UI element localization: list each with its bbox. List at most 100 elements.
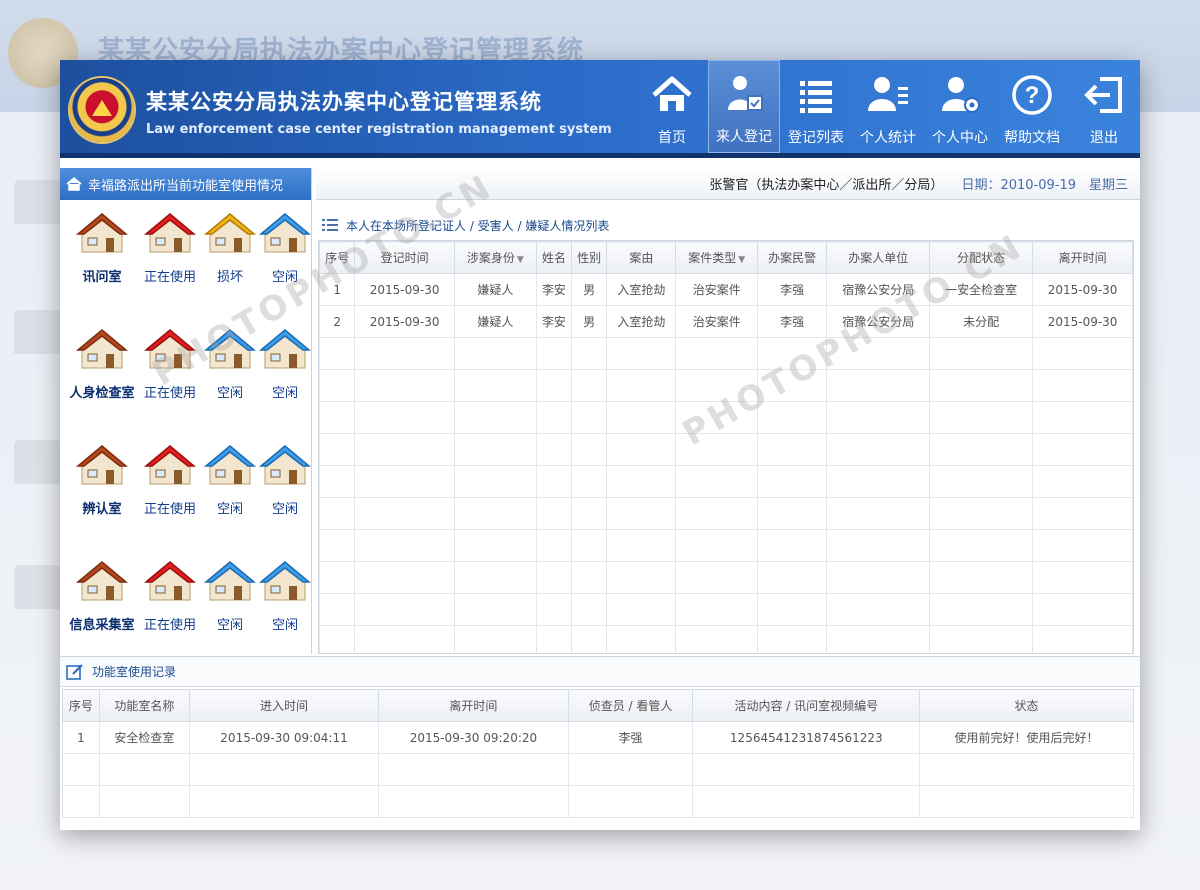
table-cell [319,497,356,530]
table-row [319,433,1133,466]
table-cell: 男 [570,273,608,306]
table-row[interactable]: 1 安全检查室 2015-09-30 09:04:11 2015-09-30 09:2… [62,721,1134,754]
current-user: 张警官（执法办案中心／派出所／分局） [709,178,944,193]
table-cell: 李安 [535,305,573,338]
column-header: 办案民警 [757,241,828,274]
table-cell [535,561,573,594]
nav-help[interactable]: ? 帮助文档 [996,60,1068,153]
table-cell [535,593,573,626]
nav-list-label: 登记列表 [788,130,844,146]
table-row[interactable]: 2 2015-09-30 嫌疑人 李安男入室抢劫 治安案件 李强 宿豫公安分局 未分配 2015… [319,305,1133,338]
table-cell [675,593,759,626]
table-cell [454,497,537,530]
table-cell [570,433,608,466]
table-cell [826,465,931,498]
table-cell [535,337,573,370]
person-stats-icon [868,77,908,111]
table-cell [319,369,356,402]
table-cell [535,369,573,402]
sort-arrow-icon[interactable]: ▼ [517,255,524,265]
house-icon [259,213,311,253]
nav-list[interactable]: 登记列表 [780,60,852,153]
column-header: 活动内容 / 讯问室视频编号 [692,689,921,722]
table-cell [354,401,456,434]
sort-arrow-icon[interactable]: ▼ [738,255,745,265]
table-cell [1032,497,1133,530]
nav-stats[interactable]: 个人统计 [852,60,924,153]
room-status-blue[interactable]: 空闲 [255,326,315,401]
room-type: 讯问室 [66,210,138,285]
room-status-yellow[interactable]: 损坏 [200,210,260,285]
table-cell [98,753,190,786]
house-icon [259,329,311,369]
column-header: 序号 [62,689,100,722]
table-cell [675,369,759,402]
room-status-label: 损坏 [216,270,243,285]
house-icon [204,445,256,485]
column-header[interactable]: 案件类型 ▼ [675,241,759,274]
room-status-blue[interactable]: 空闲 [200,442,260,517]
table-cell: 2015-09-30 [1032,305,1133,338]
table-cell [378,785,569,818]
edit-icon [66,663,83,680]
table-cell [319,593,356,626]
table-cell: 嫌疑人 [454,305,537,338]
table-cell: 2015-09-30 09:20:20 [378,721,569,754]
column-header: 序号 [319,241,356,274]
table-cell [570,625,608,653]
table-cell: 1 [319,273,356,306]
table-cell [1032,593,1133,626]
table-cell [454,337,537,370]
table-row [319,401,1133,434]
room-status-blue[interactable]: 空闲 [255,442,315,517]
table-cell [98,785,190,818]
table-cell: 2015-09-30 09:04:11 [188,721,380,754]
room-panel-header: 幸福路派出所当前功能室使用情况 [60,168,311,200]
table-cell [675,497,759,530]
table-row [62,785,1134,818]
table-row[interactable]: 1 2015-09-30 嫌疑人 李安男入室抢劫 治安案件 李强 宿豫公安分局 一安全检查室 2… [319,273,1133,306]
table-row [319,337,1133,370]
table-cell: 宿豫公安分局 [826,273,931,306]
room-status-red[interactable]: 正在使用 [140,558,200,633]
table-cell [354,593,456,626]
table-cell [535,529,573,562]
room-status-blue[interactable]: 空闲 [200,326,260,401]
table-row [319,497,1133,530]
column-header: 离开时间 [378,689,569,722]
table-cell [454,561,537,594]
house-icon [144,561,196,601]
column-header: 性别 [570,241,608,274]
room-status-panel: 幸福路派出所当前功能室使用情况 讯问室 正在使用 损坏 空闲 人身检查室 正在使… [60,168,312,654]
column-header[interactable]: 涉案身份 ▼ [454,241,537,274]
room-status-red[interactable]: 正在使用 [140,210,200,285]
house-icon [204,561,256,601]
nav-profile[interactable]: 个人中心 [924,60,996,153]
column-header: 功能室名称 [98,689,190,722]
room-status-label: 空闲 [271,386,298,401]
table-cell [606,561,677,594]
nav-logout[interactable]: 退出 [1068,60,1140,153]
table-cell [826,337,931,370]
room-status-blue[interactable]: 空闲 [200,558,260,633]
table-cell [606,625,677,653]
room-status-red[interactable]: 正在使用 [140,442,200,517]
room-status-blue[interactable]: 空闲 [255,558,315,633]
table-cell [675,529,759,562]
room-status-blue[interactable]: 空闲 [255,210,315,285]
logout-icon [1084,77,1122,113]
nav-home[interactable]: 首页 [636,60,708,153]
room-status-label: 正在使用 [143,270,196,285]
table-cell: 李安 [535,273,573,306]
table-header-row: 序号 登记时间 涉案身份 ▼ 姓名 性别 案由 案件类型 ▼ 办案民警 办案人单位 分配状态 离开时间 [319,241,1133,274]
column-header: 侦查员 / 看管人 [567,689,694,722]
table-cell [535,497,573,530]
house-icon [259,561,311,601]
table-cell [354,369,456,402]
column-header: 进入时间 [188,689,380,722]
table-cell: 李强 [567,721,694,754]
nav-register[interactable]: 来人登记 [708,60,780,153]
table-cell [319,561,356,594]
room-status-red[interactable]: 正在使用 [140,326,200,401]
table-cell [354,465,456,498]
